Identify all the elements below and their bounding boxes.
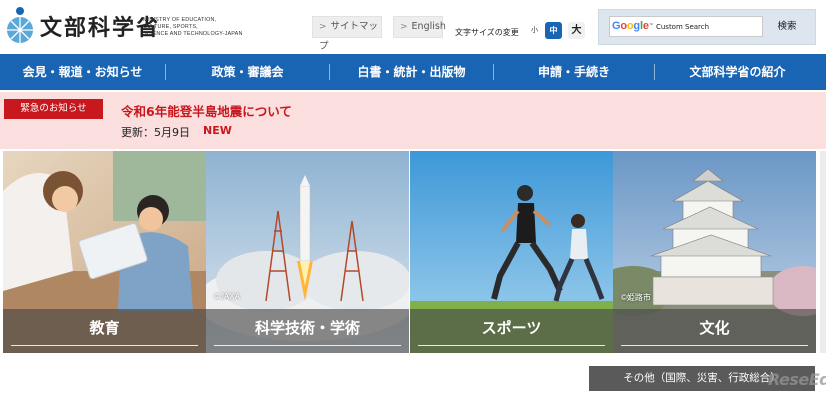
logo-english-line: CULTURE, SPORTS, <box>143 24 198 31</box>
sitemap-label: サイトマップ <box>319 21 379 52</box>
sitemap-button[interactable]: > サイトマップ <box>312 16 382 52</box>
notice-date: 更新：5月9日 <box>121 126 190 139</box>
google-logo: Google <box>612 20 649 32</box>
tile-label-bar: 科学技術・学術 <box>206 309 409 353</box>
font-size-small-button[interactable]: 小 <box>526 22 543 39</box>
font-size-label: 文字サイズの変更 <box>455 28 519 37</box>
nav-item-applications[interactable]: 申請・手続き <box>494 54 654 90</box>
nav-item-policy[interactable]: 政策・審議会 <box>166 54 329 90</box>
font-size-large-button[interactable]: 大 <box>568 22 585 39</box>
photo-credit: ©姫路市 <box>621 293 651 302</box>
main-nav: 会見・報道・お知らせ 政策・審議会 白書・統計・出版物 申請・手続き 文部科学省… <box>0 54 826 90</box>
english-label: English <box>411 21 446 32</box>
tile-culture[interactable]: ©姫路市 文化 <box>613 151 816 353</box>
nav-item-press[interactable]: 会見・報道・お知らせ <box>0 54 165 90</box>
font-size-medium-button[interactable]: 中 <box>545 22 562 39</box>
tile-label-bar: 教育 <box>3 309 206 353</box>
new-badge: NEW <box>203 124 232 137</box>
tile-label: 科学技術・学術 <box>254 319 360 337</box>
tile-label-bar: 文化 <box>613 309 816 353</box>
nav-item-publications[interactable]: 白書・統計・出版物 <box>330 54 493 90</box>
notice-title-link[interactable]: 令和6年能登半島地震について <box>121 101 292 120</box>
logo-english-line: SCIENCE AND TECHNOLOGY-JAPAN <box>143 31 243 38</box>
emergency-notice: 緊急のお知らせ 令和6年能登半島地震について 更新：5月9日 NEW <box>0 92 826 149</box>
english-button[interactable]: > English <box>393 16 446 38</box>
tile-sports[interactable]: スポーツ <box>410 151 613 353</box>
tile-underline <box>418 345 605 346</box>
chevron-right-icon: > <box>319 22 327 32</box>
watermark-logo: ReseEd <box>768 370 826 389</box>
nav-item-about[interactable]: 文部科学省の紹介 <box>655 54 820 90</box>
tile-underline <box>214 345 401 346</box>
tile-label: スポーツ <box>481 319 542 337</box>
carousel-edge <box>820 151 826 353</box>
mext-logo-icon[interactable] <box>4 6 36 44</box>
logo-english[interactable]: MINISTRY OF EDUCATION, CULTURE, SPORTS, … <box>143 17 253 39</box>
search-placeholder: Custom Search <box>655 23 710 31</box>
search-input[interactable]: Google™ Custom Search <box>609 16 763 37</box>
photo-credit: ©JAXA <box>214 292 240 301</box>
tile-science-technology[interactable]: ©JAXA 科学技術・学術 <box>206 151 409 353</box>
search-button[interactable]: 検索 <box>767 16 807 37</box>
emergency-badge: 緊急のお知らせ <box>4 99 103 119</box>
tile-label: 教育 <box>89 319 120 337</box>
logo-english-line: MINISTRY OF EDUCATION, <box>143 17 217 23</box>
tile-underline <box>621 345 808 346</box>
tile-label-bar: スポーツ <box>410 309 613 353</box>
site-header: 文部科学省 MINISTRY OF EDUCATION, CULTURE, SP… <box>0 0 826 53</box>
tile-education[interactable]: 教育 <box>3 151 206 353</box>
tile-underline <box>11 345 198 346</box>
search-box: Google™ Custom Search 検索 <box>598 9 816 45</box>
chevron-right-icon: > <box>400 22 408 32</box>
logo-japanese[interactable]: 文部科学省 <box>40 10 160 42</box>
tile-label: 文化 <box>699 319 730 337</box>
